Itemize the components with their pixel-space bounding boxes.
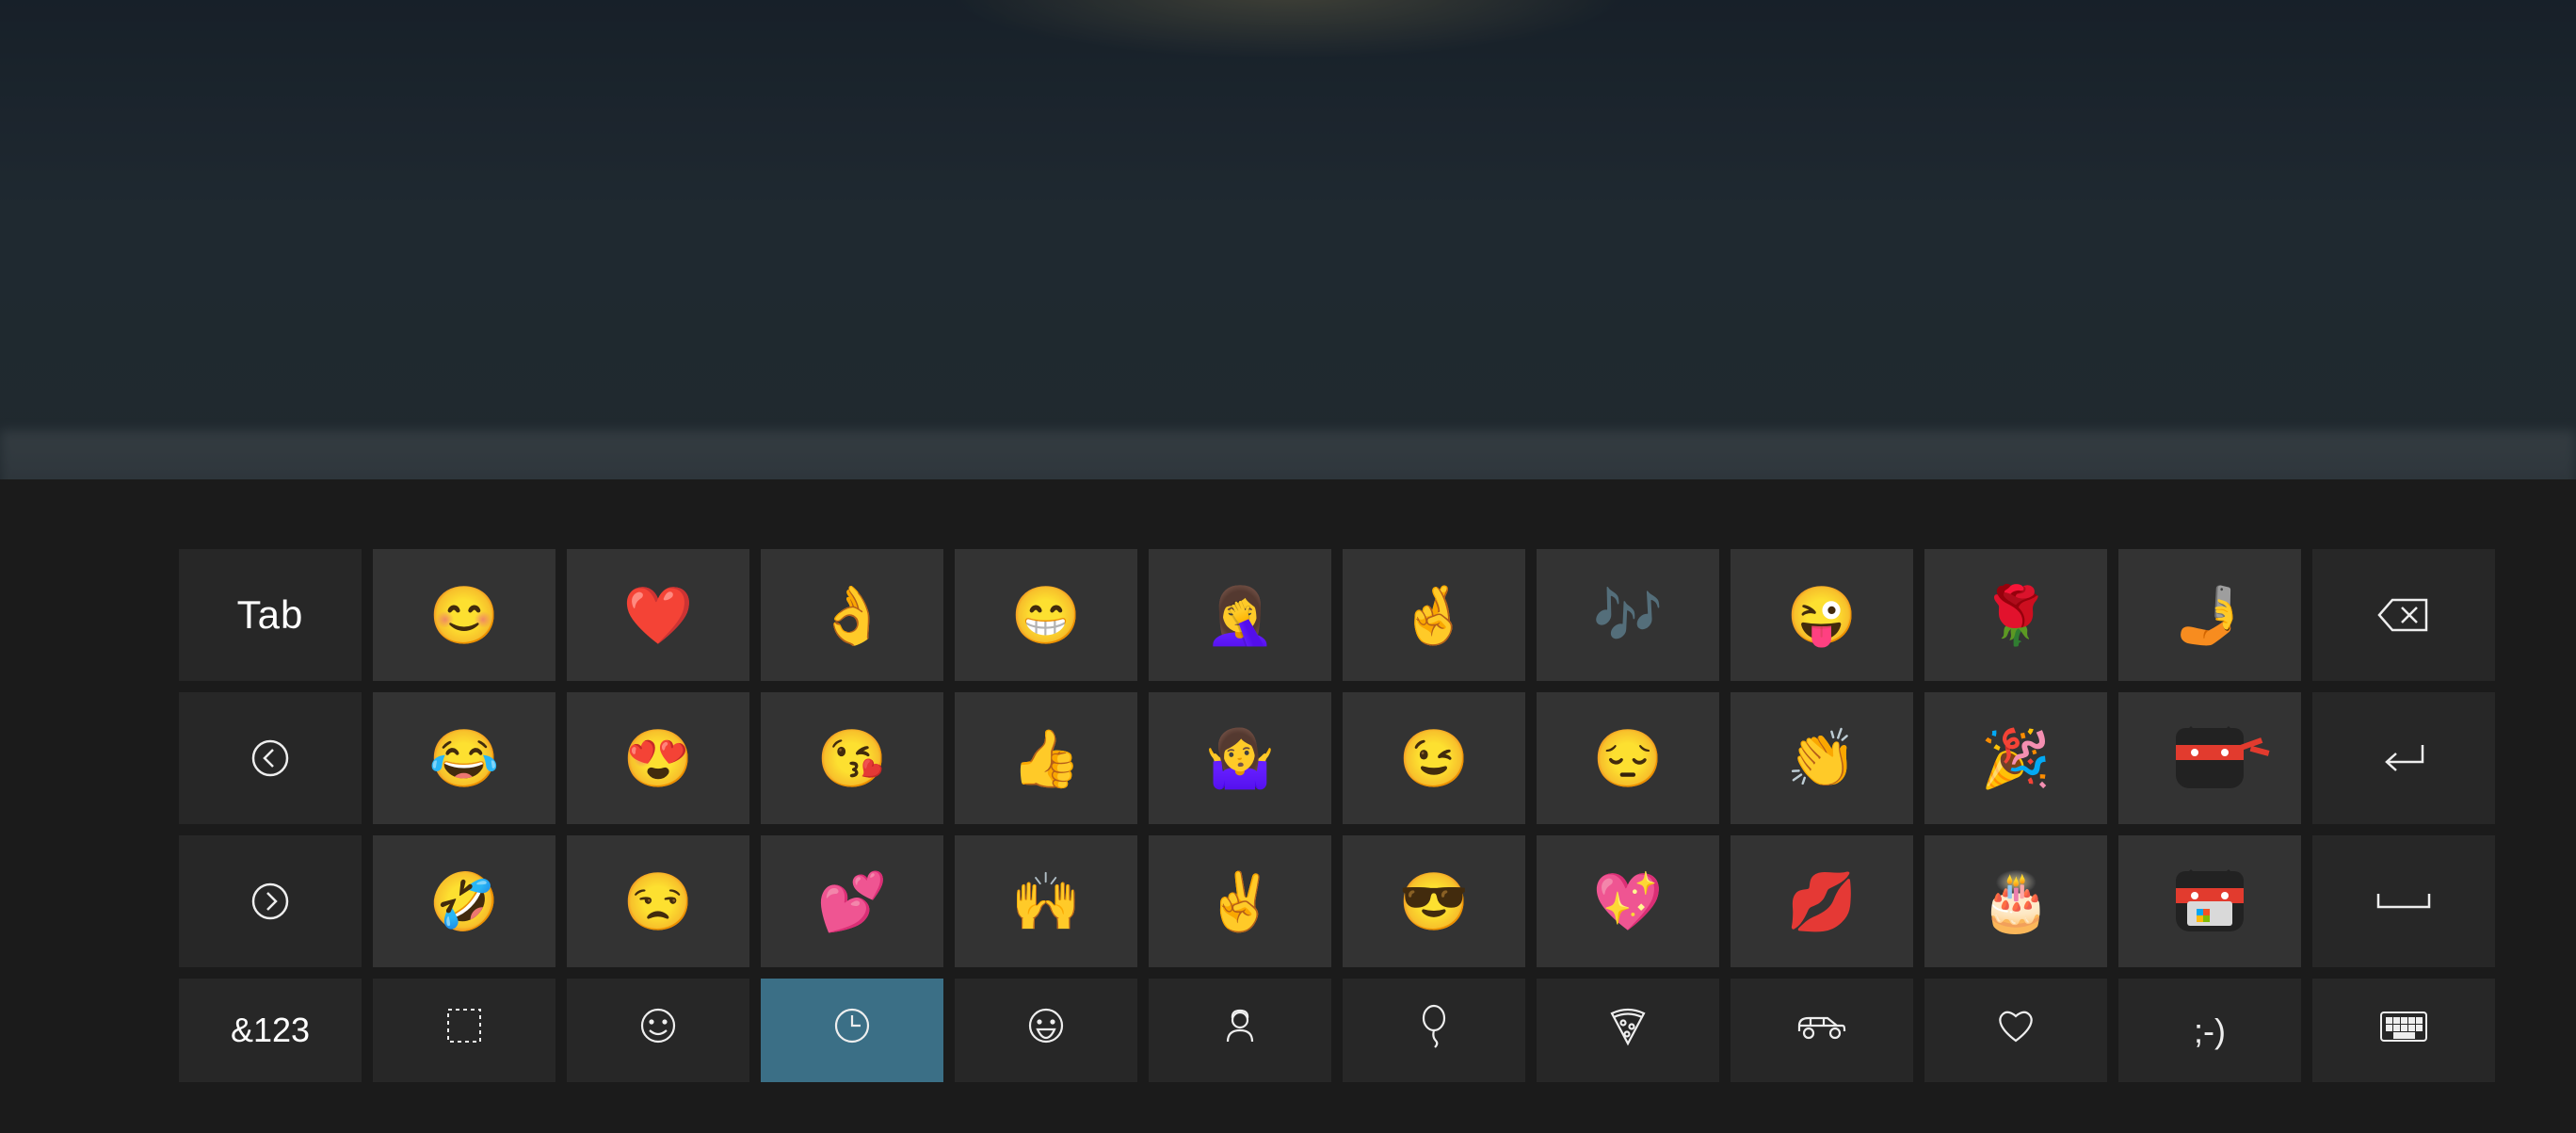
emoji-key-ninja-cat[interactable] bbox=[2118, 692, 2301, 824]
smile-open-icon bbox=[1026, 1006, 1066, 1055]
keyboard-icon bbox=[2379, 1010, 2428, 1052]
emoji-key[interactable]: 😉 bbox=[1343, 692, 1525, 824]
switch-to-numeric-key[interactable]: &123 bbox=[179, 979, 362, 1082]
space-key[interactable] bbox=[2312, 835, 2495, 967]
keyboard-topbar bbox=[0, 479, 2576, 549]
keyboard-close-button[interactable] bbox=[2493, 492, 2538, 537]
clock-icon bbox=[832, 1006, 872, 1055]
emoji-key[interactable]: 🎂 bbox=[1924, 835, 2107, 967]
emoji-key[interactable]: 🎶 bbox=[1537, 549, 1719, 681]
emoji-row-3: 🤣 😒 💕 🙌 ✌️ 😎 💖 💋 🎂 bbox=[179, 835, 2397, 967]
category-food[interactable] bbox=[1537, 979, 1719, 1082]
backspace-key[interactable] bbox=[2312, 549, 2495, 681]
heart-icon bbox=[1995, 1007, 2037, 1054]
emoji-key[interactable]: 😔 bbox=[1537, 692, 1719, 824]
person-icon bbox=[1220, 1006, 1260, 1055]
backspace-icon bbox=[2377, 596, 2430, 634]
emoji-key[interactable]: 👏 bbox=[1731, 692, 1913, 824]
tab-key[interactable]: Tab bbox=[179, 549, 362, 681]
chevron-right-circle-icon bbox=[250, 881, 291, 922]
emoji-key[interactable]: 🌹 bbox=[1924, 549, 2107, 681]
emoji-key[interactable]: 😂 bbox=[373, 692, 555, 824]
next-page-key[interactable] bbox=[179, 835, 362, 967]
close-icon bbox=[2502, 500, 2530, 528]
category-kblayout[interactable] bbox=[2312, 979, 2495, 1082]
category-recent[interactable] bbox=[761, 979, 943, 1082]
pizza-icon bbox=[1606, 1004, 1650, 1057]
emoji-key[interactable]: 😊 bbox=[373, 549, 555, 681]
category-stamp[interactable] bbox=[373, 979, 555, 1082]
emoji-key[interactable]: 🤣 bbox=[373, 835, 555, 967]
enter-key[interactable] bbox=[2312, 692, 2495, 824]
emoji-key[interactable]: ❤️ bbox=[567, 549, 749, 681]
category-celebrate[interactable] bbox=[1343, 979, 1525, 1082]
tab-key-label: Tab bbox=[237, 592, 304, 638]
emoji-key[interactable]: 😒 bbox=[567, 835, 749, 967]
space-icon bbox=[2375, 890, 2433, 913]
balloon-icon bbox=[1414, 1003, 1454, 1058]
stamp-icon bbox=[444, 1006, 484, 1055]
emoji-row-2: 😂 😍 😘 👍 🤷‍♀️ 😉 😔 👏 🎉 bbox=[179, 692, 2397, 824]
emoji-category-row: &123 ;-) bbox=[179, 979, 2397, 1082]
emoji-key[interactable]: 😎 bbox=[1343, 835, 1525, 967]
smile-icon bbox=[638, 1006, 678, 1055]
emoji-key[interactable]: 🎉 bbox=[1924, 692, 2107, 824]
emoji-key[interactable]: 😍 bbox=[567, 692, 749, 824]
emoji-row-1: Tab 😊 ❤️ 👌 😁 🤦‍♀️ 🤞 🎶 😜 🌹 🤳 bbox=[179, 549, 2397, 681]
enter-icon bbox=[2379, 739, 2428, 777]
ascii-icon: ;-) bbox=[2194, 1010, 2226, 1052]
emoji-key[interactable]: 😁 bbox=[955, 549, 1137, 681]
car-icon bbox=[1795, 1009, 1848, 1052]
emoji-key[interactable]: 👌 bbox=[761, 549, 943, 681]
switch-label: &123 bbox=[231, 1011, 310, 1050]
keyboard-dock-button[interactable] bbox=[2410, 492, 2455, 537]
ninja-cat-icon bbox=[2176, 728, 2244, 788]
touch-keyboard-emoji-panel: Tab 😊 ❤️ 👌 😁 🤦‍♀️ 🤞 🎶 😜 🌹 🤳 😂 😍 😘 👍 bbox=[0, 479, 2576, 1133]
emoji-key[interactable]: 🤷‍♀️ bbox=[1149, 692, 1331, 824]
category-hearts[interactable] bbox=[1924, 979, 2107, 1082]
keyboard-grid: Tab 😊 ❤️ 👌 😁 🤦‍♀️ 🤞 🎶 😜 🌹 🤳 😂 😍 😘 👍 bbox=[0, 549, 2576, 1099]
category-transport[interactable] bbox=[1731, 979, 1913, 1082]
prev-page-key[interactable] bbox=[179, 692, 362, 824]
emoji-key-ninja-cat-pc[interactable] bbox=[2118, 835, 2301, 967]
emoji-key[interactable]: ✌️ bbox=[1149, 835, 1331, 967]
emoji-key[interactable]: 👍 bbox=[955, 692, 1137, 824]
emoji-key[interactable]: 🤞 bbox=[1343, 549, 1525, 681]
chevron-left-circle-icon bbox=[250, 737, 291, 779]
emoji-key[interactable]: 😘 bbox=[761, 692, 943, 824]
category-people[interactable] bbox=[1149, 979, 1331, 1082]
emoji-key[interactable]: 💖 bbox=[1537, 835, 1719, 967]
emoji-key[interactable]: 🙌 bbox=[955, 835, 1137, 967]
emoji-key[interactable]: 💕 bbox=[761, 835, 943, 967]
emoji-key[interactable]: 🤦‍♀️ bbox=[1149, 549, 1331, 681]
category-classic[interactable] bbox=[955, 979, 1137, 1082]
emoji-key[interactable]: 💋 bbox=[1731, 835, 1913, 967]
emoji-key[interactable]: 😜 bbox=[1731, 549, 1913, 681]
ninja-cat-pc-icon bbox=[2176, 871, 2244, 931]
dock-icon bbox=[2415, 501, 2451, 527]
category-smileys[interactable] bbox=[567, 979, 749, 1082]
emoji-key[interactable]: 🤳 bbox=[2118, 549, 2301, 681]
category-ascii[interactable]: ;-) bbox=[2118, 979, 2301, 1082]
